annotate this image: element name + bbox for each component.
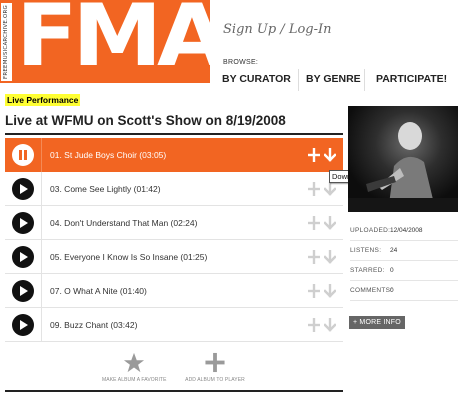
track-row[interactable]: 09. Buzz Chant (03:42) bbox=[5, 307, 343, 342]
download-icon[interactable] bbox=[324, 249, 336, 264]
play-button[interactable] bbox=[12, 279, 34, 302]
performer-photo bbox=[348, 106, 458, 212]
meta-value: 0 bbox=[390, 287, 394, 294]
bottom-divider bbox=[5, 390, 343, 392]
track-title: 01. St Jude Boys Choir (03:05) bbox=[50, 149, 167, 160]
add-to-playlist-icon[interactable] bbox=[308, 181, 320, 196]
track-row[interactable]: 01. St Jude Boys Choir (03:05) bbox=[5, 137, 343, 172]
meta-starred: STARRED: 0 bbox=[350, 261, 458, 281]
add-to-playlist-icon[interactable] bbox=[308, 283, 320, 298]
pause-button[interactable] bbox=[12, 143, 34, 166]
add-album-to-player-button[interactable]: ADD ALBUM TO PLAYER bbox=[180, 352, 250, 383]
meta-listens: LISTENS: 24 bbox=[350, 241, 458, 261]
live-performance-tag[interactable]: Live Performance bbox=[5, 94, 81, 106]
meta-key: COMMENTS: bbox=[350, 287, 393, 294]
meta-comments: COMMENTS: 0 bbox=[350, 281, 458, 301]
divider bbox=[41, 307, 42, 342]
favorite-album-label: MAKE ALBUM A FAVORITE bbox=[102, 377, 167, 383]
fma-logo[interactable]: FREEMUSICARCHIVE.ORG FMA bbox=[0, 0, 210, 83]
meta-key: UPLOADED: bbox=[350, 227, 391, 234]
track-title: 04. Don't Understand That Man (02:24) bbox=[50, 217, 198, 228]
add-to-playlist-icon[interactable] bbox=[308, 317, 320, 332]
divider bbox=[41, 205, 42, 240]
plus-icon bbox=[205, 352, 225, 373]
track-list: 01. St Jude Boys Choir (03:05) 03. Come … bbox=[5, 137, 343, 342]
track-row[interactable]: 05. Everyone I Know Is So Insane (01:25) bbox=[5, 239, 343, 274]
meta-key: STARRED: bbox=[350, 267, 385, 274]
play-icon bbox=[20, 319, 28, 330]
play-icon bbox=[20, 217, 28, 228]
meta-uploaded: UPLOADED: 12/04/2008 bbox=[350, 221, 458, 241]
nav-by-curator[interactable]: BY CURATOR bbox=[222, 69, 298, 91]
play-button[interactable] bbox=[12, 313, 34, 336]
download-icon[interactable] bbox=[324, 215, 336, 230]
browse-nav: BY CURATOR BY GENRE PARTICIPATE! bbox=[222, 69, 465, 91]
nav-participate[interactable]: PARTICIPATE! bbox=[364, 69, 461, 91]
play-button[interactable] bbox=[12, 211, 34, 234]
divider bbox=[41, 171, 42, 206]
more-info-button[interactable]: + MORE INFO bbox=[349, 316, 405, 329]
album-meta: UPLOADED: 12/04/2008 LISTENS: 24 STARRED… bbox=[350, 221, 458, 301]
meta-value: 12/04/2008 bbox=[390, 227, 423, 234]
play-icon bbox=[20, 251, 28, 262]
add-to-playlist-icon[interactable] bbox=[308, 215, 320, 230]
add-album-label: ADD ALBUM TO PLAYER bbox=[185, 377, 245, 383]
download-icon[interactable] bbox=[324, 317, 336, 332]
album-title: Live at WFMU on Scott's Show on 8/19/200… bbox=[5, 113, 286, 128]
nav-by-genre[interactable]: BY GENRE bbox=[298, 69, 364, 91]
logo-wordmark: FMA bbox=[16, 0, 210, 83]
track-title: 03. Come See Lightly (01:42) bbox=[50, 183, 161, 194]
add-to-playlist-icon[interactable] bbox=[308, 249, 320, 264]
track-row[interactable]: 07. O What A Nite (01:40) bbox=[5, 273, 343, 308]
meta-value: 0 bbox=[390, 267, 394, 274]
divider bbox=[41, 137, 42, 172]
meta-key: LISTENS: bbox=[350, 247, 382, 254]
pause-icon bbox=[19, 149, 22, 160]
divider bbox=[41, 273, 42, 308]
divider bbox=[41, 239, 42, 274]
play-icon bbox=[20, 285, 28, 296]
track-row[interactable]: 03. Come See Lightly (01:42) bbox=[5, 171, 343, 206]
add-to-playlist-icon[interactable] bbox=[308, 147, 320, 162]
track-title: 09. Buzz Chant (03:42) bbox=[50, 319, 138, 330]
logo-vertical-text: FREEMUSICARCHIVE.ORG bbox=[1, 3, 12, 81]
star-icon bbox=[123, 352, 145, 373]
track-title: 05. Everyone I Know Is So Insane (01:25) bbox=[50, 251, 208, 262]
signup-login-link[interactable]: Sign Up / Log-In bbox=[223, 22, 332, 37]
browse-label: BROWSE: bbox=[223, 59, 259, 66]
download-icon[interactable] bbox=[324, 147, 336, 162]
favorite-album-button[interactable]: MAKE ALBUM A FAVORITE bbox=[102, 352, 166, 383]
pause-icon-bar bbox=[24, 149, 27, 160]
download-icon[interactable] bbox=[324, 181, 336, 196]
play-icon bbox=[20, 183, 28, 194]
title-divider bbox=[5, 133, 343, 135]
track-title: 07. O What A Nite (01:40) bbox=[50, 285, 147, 296]
album-cover-image[interactable] bbox=[348, 106, 458, 212]
play-button[interactable] bbox=[12, 245, 34, 268]
play-button[interactable] bbox=[12, 177, 34, 200]
track-row[interactable]: 04. Don't Understand That Man (02:24) bbox=[5, 205, 343, 240]
download-icon[interactable] bbox=[324, 283, 336, 298]
meta-value: 24 bbox=[390, 247, 398, 254]
